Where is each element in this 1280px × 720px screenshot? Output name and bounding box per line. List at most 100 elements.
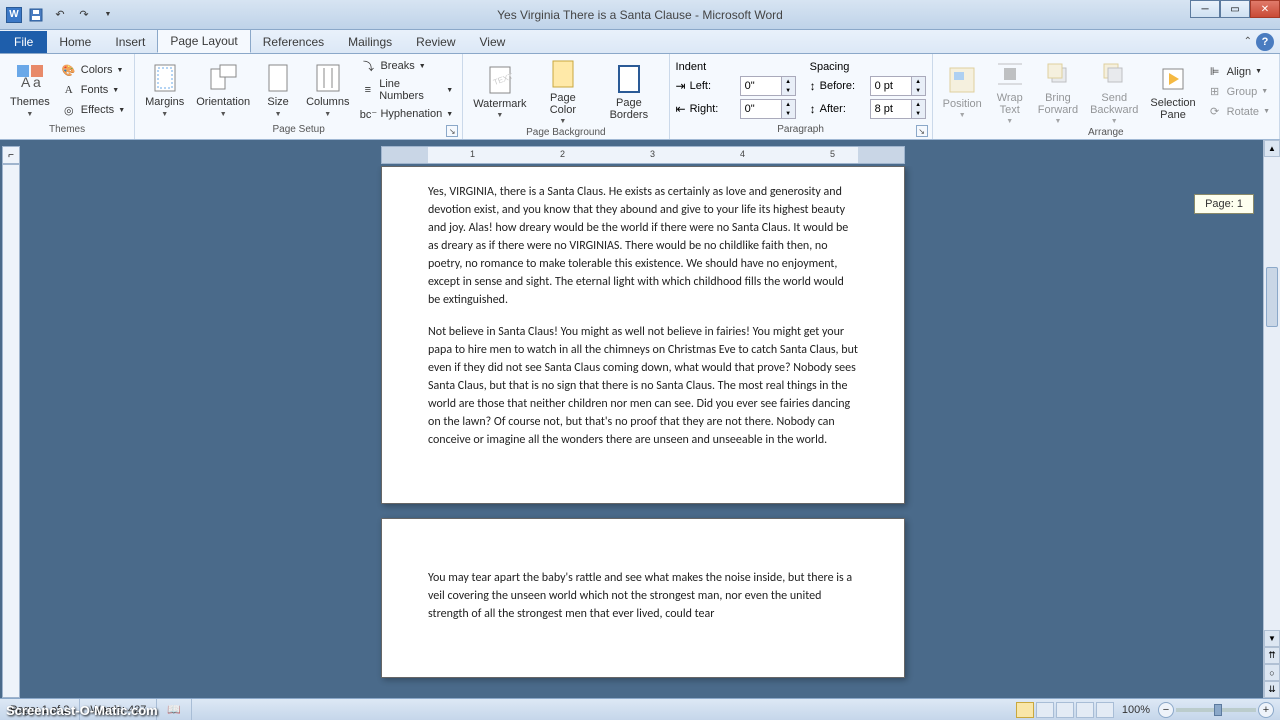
outline-view[interactable] <box>1076 702 1094 718</box>
vertical-ruler[interactable] <box>2 164 20 698</box>
zoom-level[interactable]: 100% <box>1116 704 1156 716</box>
zoom-handle[interactable] <box>1214 704 1222 716</box>
tab-page-layout[interactable]: Page Layout <box>157 29 250 53</box>
columns-button[interactable]: Columns▼ <box>302 60 353 119</box>
align-button[interactable]: ⊫Align▼ <box>1204 63 1273 81</box>
indent-left-icon: ⇥ <box>676 79 686 93</box>
selection-pane-icon <box>1157 63 1189 95</box>
scroll-up-arrow[interactable]: ▲ <box>1264 140 1280 157</box>
group-page-background: TEXTWatermark▼ Page Color▼ Page Borders … <box>463 54 669 139</box>
theme-colors-button[interactable]: 🎨Colors▼ <box>58 61 128 79</box>
line-numbers-button[interactable]: ≡Line Numbers▼ <box>357 77 456 103</box>
group-label-themes: Themes <box>6 124 128 137</box>
paragraph-2[interactable]: Not believe in Santa Claus! You might as… <box>428 323 858 449</box>
paragraph-1[interactable]: Yes, VIRGINIA, there is a Santa Claus. H… <box>428 183 858 309</box>
spacing-heading: Spacing <box>810 61 926 73</box>
group-arrange: Position▼ Wrap Text▼ Bring Forward▼ Send… <box>933 54 1280 139</box>
group-label-paragraph: Paragraph↘ <box>676 124 926 137</box>
print-layout-view[interactable] <box>1016 702 1034 718</box>
page-borders-button[interactable]: Page Borders <box>595 61 662 123</box>
theme-effects-button[interactable]: ◎Effects▼ <box>58 101 128 119</box>
send-backward-button[interactable]: Send Backward▼ <box>1086 56 1142 127</box>
qat-customize[interactable]: ▼ <box>98 5 118 25</box>
prev-page-button[interactable]: ⇈ <box>1264 647 1280 664</box>
quick-access-toolbar: W ↶ ↷ ▼ <box>6 5 118 25</box>
position-button[interactable]: Position▼ <box>939 62 986 121</box>
screencast-watermark: Screencast-O-Matic.com <box>6 703 158 718</box>
wrap-text-button[interactable]: Wrap Text▼ <box>990 56 1030 127</box>
tab-review[interactable]: Review <box>404 31 467 53</box>
hyphenation-button[interactable]: bc⁻Hyphenation▼ <box>357 105 456 123</box>
fonts-icon: A <box>61 82 77 98</box>
redo-button[interactable]: ↷ <box>74 5 94 25</box>
size-button[interactable]: Size▼ <box>258 60 298 119</box>
bring-forward-button[interactable]: Bring Forward▼ <box>1034 56 1082 127</box>
word-app-icon[interactable]: W <box>6 7 22 23</box>
group-button[interactable]: ⊞Group▼ <box>1204 83 1273 101</box>
tab-mailings[interactable]: Mailings <box>336 31 404 53</box>
page-borders-icon <box>613 63 645 95</box>
document-area[interactable]: Yes, VIRGINIA, there is a Santa Claus. H… <box>24 166 1262 698</box>
tab-view[interactable]: View <box>468 31 518 53</box>
zoom-out-button[interactable]: − <box>1158 702 1174 718</box>
window-title: Yes Virginia There is a Santa Clause - M… <box>497 8 783 22</box>
horizontal-ruler[interactable]: 1 2 3 4 5 <box>381 146 905 164</box>
breaks-button[interactable]: ⤵Breaks▼ <box>357 57 456 75</box>
paragraph-launcher[interactable]: ↘ <box>916 125 928 137</box>
close-button[interactable]: ✕ <box>1250 0 1280 18</box>
watermark-icon: TEXT <box>484 64 516 96</box>
themes-button[interactable]: Aa Themes ▼ <box>6 60 54 119</box>
align-icon: ⊫ <box>1207 64 1223 80</box>
group-themes: Aa Themes ▼ 🎨Colors▼ AFonts▼ ◎Effects▼ T… <box>0 54 135 139</box>
group-label-page-setup: Page Setup↘ <box>141 124 456 137</box>
tab-selector[interactable]: ⌐ <box>2 146 20 164</box>
scroll-track[interactable] <box>1264 157 1280 630</box>
rotate-icon: ⟳ <box>1207 104 1223 120</box>
minimize-ribbon-icon[interactable]: ⌃ <box>1244 36 1252 47</box>
group-paragraph: Indent ⇥Left:▲▼ ⇤Right:▲▼ Spacing ↕Befor… <box>670 54 933 139</box>
tab-references[interactable]: References <box>251 31 336 53</box>
minimize-button[interactable]: ─ <box>1190 0 1220 18</box>
svg-text:A: A <box>21 74 31 90</box>
indent-left-input[interactable]: ▲▼ <box>740 76 796 96</box>
space-before-input[interactable]: ▲▼ <box>870 76 926 96</box>
status-proofing[interactable]: 📖 <box>157 699 192 720</box>
rotate-button[interactable]: ⟳Rotate▼ <box>1204 103 1273 121</box>
maximize-button[interactable]: ▭ <box>1220 0 1250 18</box>
position-icon <box>946 64 978 96</box>
status-bar: Page: 1 of 2 Words: 427 📖 100% − + <box>0 698 1280 720</box>
breaks-icon: ⤵ <box>360 58 376 74</box>
next-page-button[interactable]: ⇊ <box>1264 681 1280 698</box>
page-setup-launcher[interactable]: ↘ <box>446 125 458 137</box>
full-screen-view[interactable] <box>1036 702 1054 718</box>
draft-view[interactable] <box>1096 702 1114 718</box>
scroll-thumb[interactable] <box>1266 267 1278 327</box>
theme-fonts-button[interactable]: AFonts▼ <box>58 81 128 99</box>
watermark-button[interactable]: TEXTWatermark▼ <box>469 62 530 121</box>
save-button[interactable] <box>26 5 46 25</box>
orientation-button[interactable]: Orientation▼ <box>192 60 254 119</box>
tab-insert[interactable]: Insert <box>103 31 157 53</box>
scroll-down-arrow[interactable]: ▼ <box>1264 630 1280 647</box>
tab-home[interactable]: Home <box>47 31 103 53</box>
margins-button[interactable]: Margins▼ <box>141 60 188 119</box>
file-tab[interactable]: File <box>0 31 47 53</box>
web-layout-view[interactable] <box>1056 702 1074 718</box>
indent-right-input[interactable]: ▲▼ <box>740 99 796 119</box>
zoom-in-button[interactable]: + <box>1258 702 1274 718</box>
help-button[interactable]: ? <box>1256 33 1274 51</box>
browse-object-button[interactable]: ○ <box>1264 664 1280 681</box>
page-color-button[interactable]: Page Color▼ <box>535 56 592 127</box>
zoom-slider[interactable] <box>1176 708 1256 712</box>
page-color-icon <box>547 58 579 90</box>
columns-icon <box>312 62 344 94</box>
space-after-input[interactable]: ▲▼ <box>870 99 926 119</box>
group-page-setup: Margins▼ Orientation▼ Size▼ Columns▼ ⤵Br… <box>135 54 463 139</box>
paragraph-3[interactable]: You may tear apart the baby's rattle and… <box>428 569 858 623</box>
undo-button[interactable]: ↶ <box>50 5 70 25</box>
ribbon-tabs: File Home Insert Page Layout References … <box>0 30 1280 54</box>
vertical-scrollbar[interactable]: ▲ ▼ ⇈ ○ ⇊ <box>1263 140 1280 698</box>
svg-text:a: a <box>33 74 41 90</box>
workspace: ⌐ 1 2 3 4 5 Page: 1 Yes, VIRGINIA, there… <box>0 140 1280 698</box>
selection-pane-button[interactable]: Selection Pane <box>1146 61 1199 123</box>
